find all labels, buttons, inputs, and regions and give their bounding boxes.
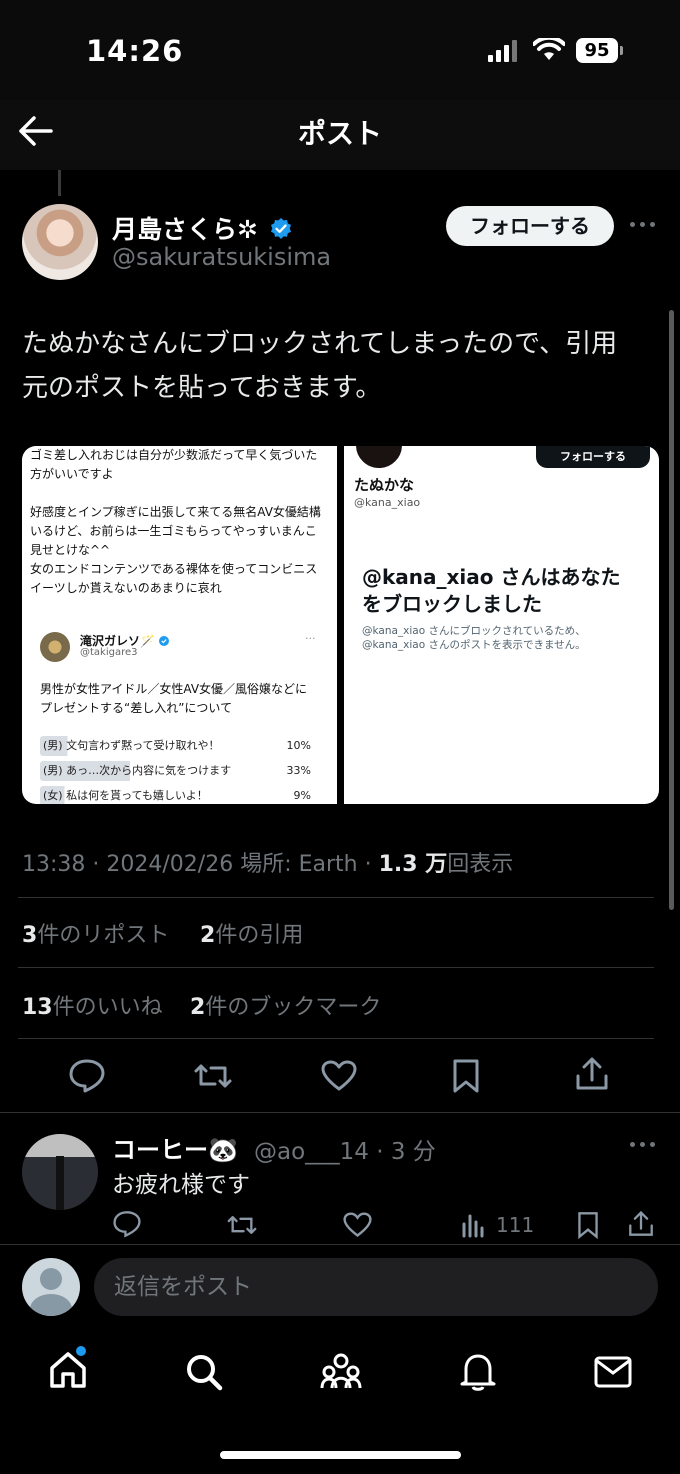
likes-label: 件のいいね (52, 995, 163, 1020)
home-notification-dot (76, 1346, 86, 1356)
reply-icon[interactable] (68, 1058, 106, 1094)
home-icon[interactable] (48, 1350, 88, 1390)
blocked-title: @kana_xiao さんはあなた をブロックしました (362, 564, 621, 618)
follow-button[interactable]: フォローする (446, 206, 614, 246)
quotes-stat[interactable]: 2件の引用 (200, 917, 303, 949)
poll-option: (女) 私は何を貰っても嬉しいよ！ (40, 786, 313, 804)
like-icon[interactable] (321, 1060, 357, 1092)
blocked-title-line: @kana_xiao さんはあなた (362, 565, 621, 589)
author-avatar[interactable] (22, 204, 98, 280)
reposts-stat[interactable]: 3件のリポスト (22, 917, 169, 949)
quoted-avatar (40, 632, 70, 662)
post-date: 2024/02/26 (106, 852, 234, 877)
verified-badge-icon (270, 218, 291, 239)
media-left-text: ゴミ差し入れおじは自分が少数派だって早く気づいた 方がいいですよ 好感度とインプ… (30, 446, 335, 598)
media-left-line: いるけど、お前らは一生ゴミもらってやっすいまんこ (30, 524, 317, 538)
notifications-icon[interactable] (460, 1352, 496, 1392)
divider (18, 967, 654, 968)
quotes-count: 2 (200, 923, 216, 948)
post-time: 13:38 (22, 852, 86, 877)
bookmark-icon[interactable] (451, 1058, 481, 1094)
poll-percent: 10% (286, 739, 311, 752)
media-left-line: 見せとけな^^ (30, 543, 111, 557)
media-left-line (30, 484, 335, 503)
scrollbar[interactable] (669, 310, 674, 910)
blocked-user-name: たぬかな (354, 476, 415, 494)
repost-icon[interactable] (193, 1058, 233, 1094)
author-handle[interactable]: @sakuratsukisima (112, 243, 331, 271)
media-left-line: 好感度とインプ稼ぎに出張して来てる無名AV女優結構 (30, 505, 321, 519)
reply-text: お疲れ様です (112, 1172, 250, 1198)
battery-indicator: 95 (576, 38, 618, 63)
bookmarks-stat[interactable]: 2件のブックマーク (190, 989, 381, 1021)
author-name-text: 月島さくら✲ (112, 215, 258, 244)
reposts-count: 3 (22, 923, 38, 948)
likes-count: 13 (22, 995, 53, 1020)
quoted-more-icon: ··· (305, 632, 316, 645)
reply-author-name[interactable]: コーヒー🐼 (112, 1130, 238, 1165)
battery-tip (620, 46, 623, 55)
reply-views-count: 111 (496, 1213, 535, 1237)
views-label: 回表示 (447, 852, 514, 877)
quoted-text-line: プレゼントする“差し入れ”について (40, 701, 233, 715)
poll-percent: 33% (286, 764, 311, 777)
blocked-subtext-line: @kana_xiao さんのポストを表示できません。 (362, 639, 586, 651)
reply-reply-icon[interactable] (112, 1210, 142, 1238)
divider (0, 1112, 680, 1113)
media-image-left[interactable]: ゴミ差し入れおじは自分が少数派だって早く気づいた 方がいいですよ 好感度とインプ… (22, 446, 337, 804)
blocked-follow-button: フォローする (536, 446, 650, 468)
quoted-text-line: 男性が女性アイドル／女性AV女優／風俗嬢などに (40, 682, 308, 696)
post-location: 場所: Earth (240, 852, 358, 877)
bookmarks-count: 2 (190, 995, 206, 1020)
bookmarks-label: 件のブックマーク (205, 995, 382, 1020)
more-options-icon[interactable] (630, 222, 656, 230)
media-left-line: イーツしか貰えないのあまりに哀れ (30, 581, 222, 595)
reply-more-icon[interactable] (630, 1142, 656, 1150)
page-title: ポスト (297, 117, 382, 150)
blocked-title-line: をブロックしました (362, 592, 542, 616)
communities-icon[interactable] (320, 1352, 362, 1390)
reply-repost-icon[interactable] (226, 1211, 258, 1239)
poll-option: (男) 文句言わず黙って受け取れや！ (40, 736, 313, 756)
reply-author-handle[interactable]: @ao___14 · 3 分 (254, 1132, 436, 1166)
reply-input[interactable] (94, 1258, 658, 1316)
media-left-line: 方がいいですよ (30, 467, 114, 481)
divider (18, 1038, 654, 1039)
blocked-user-avatar (354, 446, 404, 470)
quoted-text: 男性が女性アイドル／女性AV女優／風俗嬢などに プレゼントする“差し入れ”につい… (40, 680, 307, 718)
thread-connector (58, 170, 61, 196)
quoted-handle: @takigare3 (80, 647, 138, 658)
reply-bookmark-icon[interactable] (576, 1211, 600, 1239)
media-image-right[interactable]: フォローする たぬかな @kana_xiao @kana_xiao さんはあなた… (344, 446, 659, 804)
reply-views-icon[interactable] (460, 1212, 486, 1238)
media-left-line: ゴミ差し入れおじは自分が少数派だって早く気づいた (30, 448, 318, 462)
reply-avatar[interactable] (22, 1134, 98, 1210)
search-icon[interactable] (184, 1352, 224, 1392)
divider (18, 897, 654, 898)
share-icon[interactable] (575, 1056, 609, 1092)
signal-icon (488, 40, 520, 62)
author-name[interactable]: 月島さくら✲ (112, 210, 293, 246)
my-avatar[interactable] (22, 1258, 80, 1316)
reply-like-icon[interactable] (343, 1212, 372, 1238)
messages-icon[interactable] (594, 1356, 632, 1388)
status-time: 14:26 (86, 34, 184, 68)
likes-stat[interactable]: 13件のいいね (22, 989, 163, 1021)
post-text: たぬかなさんにブロックされてしまったので、引用元のポストを貼っておきます。 (22, 329, 618, 403)
media-left-line: 女のエンドコンテンツである裸体を使ってコンビニス (30, 562, 318, 576)
reposts-label: 件のリポスト (37, 923, 170, 948)
quoted-name-text: 滝沢ガレソ🪄 (80, 634, 155, 648)
wifi-icon (533, 38, 565, 60)
blocked-user-handle: @kana_xiao (354, 496, 421, 509)
reply-share-icon[interactable] (628, 1210, 654, 1238)
home-indicator (220, 1451, 461, 1459)
poll-percent: 9% (293, 789, 311, 802)
views-count: 1.3 万 (378, 852, 448, 877)
poll-option: (男) あっ…次から内容に気をつけます (40, 761, 313, 781)
quotes-label: 件の引用 (215, 923, 304, 948)
post-meta: 13:38 · 2024/02/26 場所: Earth · 1.3 万回表示 (22, 852, 514, 877)
blocked-subtext: @kana_xiao さんにブロックされているため、 @kana_xiao さん… (362, 624, 586, 652)
quoted-verified-icon (159, 636, 170, 646)
blocked-subtext-line: @kana_xiao さんにブロックされているため、 (362, 625, 586, 637)
